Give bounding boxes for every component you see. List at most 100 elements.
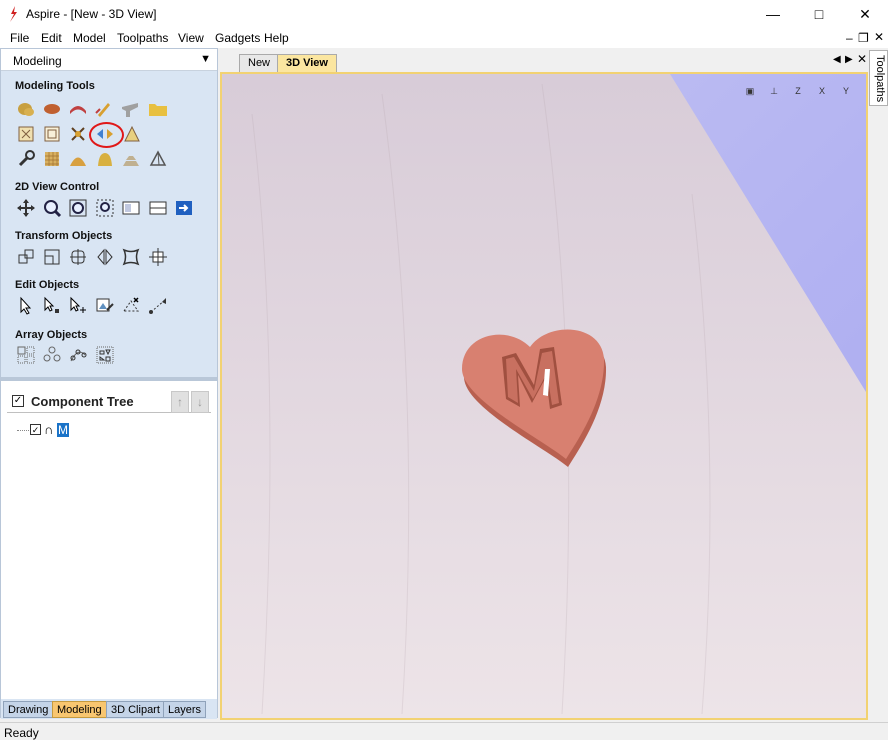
status-bar: Ready [0, 722, 888, 740]
create-component-icon[interactable] [119, 98, 141, 120]
align-icon[interactable] [147, 246, 169, 268]
measure-icon[interactable] [147, 295, 169, 317]
mdi-restore-icon[interactable]: ❐ [858, 31, 869, 45]
menu-model[interactable]: Model [73, 31, 106, 45]
nesting-icon[interactable] [94, 344, 116, 366]
doc-tab-new[interactable]: New [239, 54, 280, 72]
tree-item-m[interactable]: ✓ ∩ M [17, 423, 97, 437]
circular-copy-icon[interactable] [41, 344, 63, 366]
mdi-close-icon[interactable]: ✕ [874, 30, 884, 44]
tab-layers[interactable]: Layers [163, 701, 207, 718]
split-view-icon[interactable] [147, 197, 169, 219]
shape-from-image-icon[interactable] [121, 123, 143, 145]
create-shape-icon[interactable] [15, 98, 37, 120]
highlight-circle [89, 122, 124, 148]
menu-help[interactable]: Help [264, 31, 289, 45]
tree-item-checkbox[interactable]: ✓ [30, 424, 41, 435]
center-icon[interactable] [67, 246, 89, 268]
document-area: New 3D View ◀ ▶ ✕ ▣ ⊥ Z X Y [219, 48, 869, 720]
minimize-icon[interactable]: — [750, 0, 796, 28]
panel-tabs: Drawing Modeling 3D Clipart Layers [1, 699, 217, 719]
move-icon[interactable] [15, 246, 37, 268]
panel-header: Modeling ▼ [1, 49, 217, 71]
section-edit: Edit Objects [15, 279, 80, 291]
toolpaths-side-tab[interactable]: Toolpaths [869, 50, 888, 106]
tab-scroll-right-icon[interactable]: ▶ [845, 54, 853, 65]
zoom-icon[interactable] [41, 197, 63, 219]
select-icon[interactable] [15, 295, 37, 317]
node-edit-icon[interactable] [41, 295, 63, 317]
menu-view[interactable]: View [178, 31, 204, 45]
interactive-transform-icon[interactable] [67, 295, 89, 317]
switch-view-icon[interactable] [173, 197, 195, 219]
distort-icon[interactable] [120, 246, 142, 268]
dome-icon[interactable] [67, 148, 89, 170]
view-toolbar: ▣ ⊥ Z X Y [740, 82, 856, 100]
move-down-button[interactable]: ↓ [191, 391, 209, 413]
tree-item-label: M [57, 423, 69, 437]
tab-drawing[interactable]: Drawing [3, 701, 54, 718]
x-view-icon[interactable]: X [812, 82, 832, 100]
aspire-logo-icon [10, 6, 17, 22]
mirror-tool-icon[interactable] [67, 123, 89, 145]
bell-shape-icon[interactable] [94, 148, 116, 170]
view-layout-icon[interactable] [120, 197, 142, 219]
3d-scene [222, 74, 866, 718]
layered-dome-icon[interactable] [120, 148, 142, 170]
wrench-icon[interactable] [15, 148, 37, 170]
union-icon: ∩ [44, 422, 54, 437]
texture-grid-icon[interactable] [41, 148, 63, 170]
iso-view-icon[interactable]: ⊥ [764, 82, 784, 100]
z-view-icon[interactable]: Z [788, 82, 808, 100]
pin-icon[interactable]: ▼ [200, 53, 211, 65]
menu-bar: File Edit Model Toolpaths View Gadgets H… [0, 28, 888, 48]
section-array: Array Objects [15, 329, 88, 341]
zoom-selection-icon[interactable] [94, 197, 116, 219]
3d-viewport[interactable]: ▣ ⊥ Z X Y [220, 72, 868, 720]
fade-object-icon[interactable] [41, 123, 63, 145]
component-tree-header: ✓ Component Tree ↑ ↓ [7, 389, 211, 413]
component-tree: ✓ Component Tree ↑ ↓ ✓ ∩ M [1, 381, 217, 701]
scale-icon[interactable] [41, 246, 63, 268]
mdi-minimize-icon[interactable]: – [846, 31, 853, 45]
edit-image-icon[interactable] [94, 295, 116, 317]
title-bar: Aspire - [New - 3D View] — □ ✕ [0, 0, 888, 28]
window-title: Aspire - [New - 3D View] [26, 7, 157, 21]
sculpt-icon[interactable] [93, 98, 115, 120]
menu-toolpaths[interactable]: Toolpaths [117, 31, 168, 45]
close-doc-icon[interactable]: ✕ [857, 52, 867, 66]
maximize-icon[interactable]: □ [796, 0, 842, 28]
section-modeling-tools: Modeling Tools [15, 80, 95, 92]
open-folder-icon[interactable] [147, 98, 169, 120]
move-up-button[interactable]: ↑ [171, 391, 189, 413]
panel-title: Modeling [13, 54, 62, 68]
doc-tab-3d-view[interactable]: 3D View [277, 54, 337, 72]
copy-along-vector-icon[interactable] [67, 344, 89, 366]
menu-gadgets[interactable]: Gadgets [215, 31, 260, 45]
pyramid-icon[interactable] [147, 148, 169, 170]
tab-3d-clipart[interactable]: 3D Clipart [106, 701, 165, 718]
y-view-icon[interactable]: Y [836, 82, 856, 100]
close-icon[interactable]: ✕ [842, 0, 888, 28]
menu-file[interactable]: File [10, 31, 29, 45]
fit-view-icon[interactable]: ▣ [740, 82, 760, 100]
modeling-panel: Modeling ▼ Modeling Tools 2D View Contro… [0, 48, 218, 719]
menu-edit[interactable]: Edit [41, 31, 62, 45]
two-rail-sweep-icon[interactable] [67, 98, 89, 120]
extrude-icon[interactable] [41, 98, 63, 120]
component-tree-title: Component Tree [31, 394, 134, 409]
status-text: Ready [4, 726, 39, 740]
tab-scroll-left-icon[interactable]: ◀ [833, 54, 841, 65]
section-transform: Transform Objects [15, 230, 113, 242]
zoom-extents-icon[interactable] [67, 197, 89, 219]
tree-connector [17, 430, 29, 431]
block-copy-icon[interactable] [15, 344, 37, 366]
tab-modeling[interactable]: Modeling [52, 701, 107, 718]
clip-vector-icon[interactable] [120, 295, 142, 317]
toolpaths-tab-label: Toolpaths [874, 55, 886, 103]
component-tree-checkbox[interactable]: ✓ [12, 395, 24, 407]
pan-icon[interactable] [15, 197, 37, 219]
section-view-control: 2D View Control [15, 181, 100, 193]
texture-area-icon[interactable] [15, 123, 37, 145]
mirror-icon[interactable] [94, 246, 116, 268]
